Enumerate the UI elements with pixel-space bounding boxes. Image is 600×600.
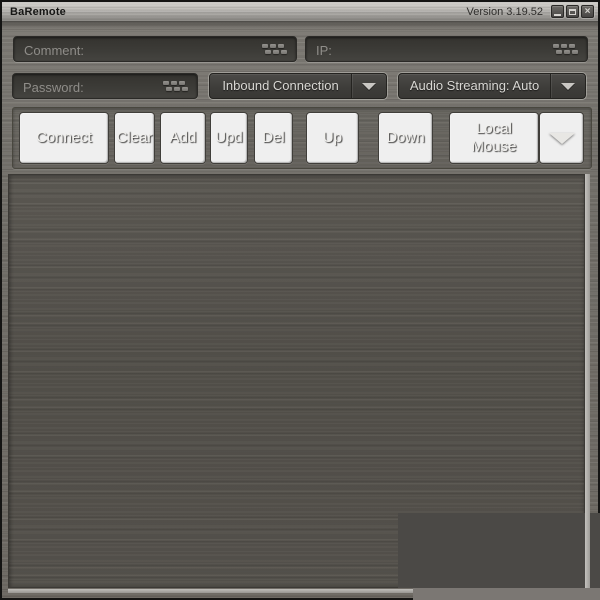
more-options-button[interactable]: [539, 112, 584, 164]
window-title: BaRemote: [10, 6, 66, 18]
keypad-icon[interactable]: [163, 81, 188, 91]
overlay-light-region: [413, 588, 600, 600]
version-label: Version 3.19.52: [467, 6, 543, 18]
connect-button[interactable]: Connect: [19, 112, 109, 164]
toolbar: Connect Clear Add Upd Del Up Down Local …: [12, 107, 592, 169]
dropdown-arrow-box: [550, 74, 585, 98]
up-button[interactable]: Up: [306, 112, 359, 164]
ip-input[interactable]: [314, 37, 515, 63]
keypad-icon[interactable]: [262, 44, 287, 54]
clear-button[interactable]: Clear: [114, 112, 155, 164]
close-button[interactable]: ×: [581, 5, 594, 18]
ip-field: [305, 36, 588, 62]
keypad-icon[interactable]: [553, 44, 578, 54]
audio-streaming-dropdown[interactable]: Audio Streaming: Auto: [398, 73, 586, 99]
upd-button[interactable]: Upd: [210, 112, 248, 164]
minimize-icon: [554, 14, 561, 16]
connection-mode-value: Inbound Connection: [210, 74, 351, 98]
local-mouse-button[interactable]: Local Mouse: [449, 112, 539, 164]
down-button[interactable]: Down: [378, 112, 433, 164]
add-button[interactable]: Add: [160, 112, 206, 164]
password-input[interactable]: [21, 74, 154, 100]
title-bar: BaRemote Version 3.19.52 ×: [2, 2, 598, 22]
close-icon: ×: [585, 6, 591, 17]
app-window: BaRemote Version 3.19.52 ×: [0, 0, 600, 600]
overlay-dark-region: [398, 513, 600, 588]
audio-streaming-value: Audio Streaming: Auto: [399, 74, 550, 98]
panel-highlight-right: [585, 174, 590, 593]
triangle-down-icon: [549, 133, 575, 144]
window-body: Inbound Connection Audio Streaming: Auto…: [2, 22, 598, 598]
dropdown-arrow-box: [351, 74, 386, 98]
chevron-down-icon: [561, 83, 575, 90]
connection-mode-dropdown[interactable]: Inbound Connection: [209, 73, 387, 99]
maximize-icon: [569, 9, 576, 15]
comment-field: [13, 36, 297, 62]
window-controls: ×: [551, 5, 594, 18]
del-button[interactable]: Del: [254, 112, 293, 164]
comment-input[interactable]: [22, 37, 223, 63]
chevron-down-icon: [362, 83, 376, 90]
maximize-button[interactable]: [566, 5, 579, 18]
password-field: [12, 73, 198, 99]
minimize-button[interactable]: [551, 5, 564, 18]
